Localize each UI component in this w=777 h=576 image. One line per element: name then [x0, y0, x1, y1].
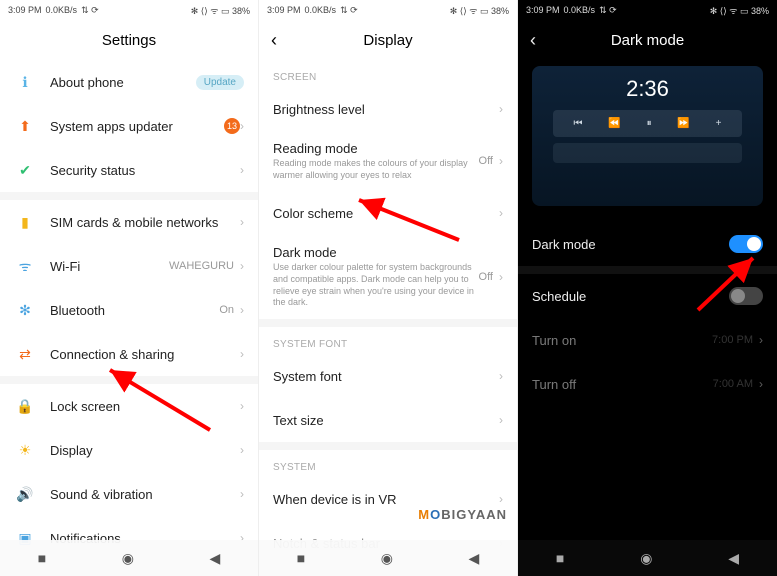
row-about-phone[interactable]: ℹ About phone Update	[0, 60, 258, 104]
dark-mode-preview: 2:36 ⏮ ⏪ ⏸ ⏩ +	[532, 66, 763, 206]
recents-button[interactable]: ■	[38, 550, 46, 566]
row-security-status[interactable]: ✔ Security status ›	[0, 148, 258, 192]
pause-icon: ⏸	[647, 118, 652, 129]
row-dark-mode[interactable]: Dark mode Use darker colour palette for …	[259, 235, 517, 319]
titlebar: ‹ Dark mode	[518, 20, 777, 60]
row-sound-vibration[interactable]: 🔊 Sound & vibration ›	[0, 472, 258, 516]
android-navbar: ■ ◉ ◀	[259, 540, 517, 576]
section-screen: SCREEN	[259, 60, 517, 87]
section-font: SYSTEM FONT	[259, 327, 517, 354]
upload-icon: ⬆	[14, 115, 36, 137]
home-button[interactable]: ◉	[122, 550, 134, 567]
sun-icon: ☀	[14, 439, 36, 461]
share-icon: ⇄	[14, 343, 36, 365]
chevron-right-icon: ›	[240, 303, 244, 317]
chevron-right-icon: ›	[240, 443, 244, 457]
row-turn-off[interactable]: Turn off 7:00 AM ›	[518, 362, 777, 406]
chevron-right-icon: ›	[499, 413, 503, 427]
chevron-right-icon: ›	[499, 270, 503, 284]
chevron-right-icon: ›	[240, 259, 244, 273]
chevron-right-icon: ›	[240, 163, 244, 177]
page-title: Dark mode	[611, 32, 684, 49]
back-button[interactable]: ◀	[728, 550, 739, 567]
chevron-right-icon: ›	[759, 333, 763, 347]
android-navbar: ■ ◉ ◀	[0, 540, 258, 576]
row-system-apps-updater[interactable]: ⬆ System apps updater 13 ›	[0, 104, 258, 148]
forward-icon: ⏩	[677, 118, 689, 129]
row-display[interactable]: ☀ Display ›	[0, 428, 258, 472]
chevron-right-icon: ›	[759, 377, 763, 391]
preview-clock: 2:36	[626, 76, 669, 102]
row-reading-mode[interactable]: Reading mode Reading mode makes the colo…	[259, 131, 517, 191]
dark-mode-switch[interactable]	[729, 235, 763, 253]
preview-notification	[553, 143, 743, 163]
chevron-right-icon: ›	[499, 102, 503, 116]
chevron-right-icon: ›	[240, 399, 244, 413]
info-icon: ℹ	[14, 71, 36, 93]
chevron-right-icon: ›	[240, 215, 244, 229]
divider	[518, 266, 777, 274]
section-system: SYSTEM	[259, 450, 517, 477]
row-turn-on[interactable]: Turn on 7:00 PM ›	[518, 318, 777, 362]
settings-panel: 3:09 PM0.0KB/s⇅ ⟳ ✻ ⟨⟩ ᯤ ▭ 38% Settings …	[0, 0, 259, 576]
chevron-right-icon: ›	[499, 154, 503, 168]
row-dark-mode-toggle[interactable]: Dark mode	[518, 222, 777, 266]
chevron-right-icon: ›	[240, 119, 244, 133]
chevron-right-icon: ›	[499, 206, 503, 220]
preview-media-controls: ⏮ ⏪ ⏸ ⏩ +	[553, 110, 743, 137]
divider	[259, 319, 517, 327]
rewind-icon: ⏪	[608, 118, 620, 129]
titlebar: Settings	[0, 20, 258, 60]
back-button[interactable]: ◀	[209, 550, 220, 567]
row-color-scheme[interactable]: Color scheme ›	[259, 191, 517, 235]
row-lock-screen[interactable]: 🔒 Lock screen ›	[0, 384, 258, 428]
recents-button[interactable]: ■	[297, 550, 305, 566]
sim-icon: ▮	[14, 211, 36, 233]
wifi-ssid: WAHEGURU	[169, 260, 234, 272]
home-button[interactable]: ◉	[381, 550, 393, 567]
back-icon[interactable]: ‹	[271, 30, 277, 51]
display-panel: 3:09 PM0.0KB/s⇅ ⟳ ✻ ⟨⟩ ᯤ ▭ 38% ‹ Display…	[259, 0, 518, 576]
home-button[interactable]: ◉	[640, 550, 652, 567]
chevron-right-icon: ›	[499, 492, 503, 506]
statusbar: 3:09 PM0.0KB/s⇅ ⟳ ✻ ⟨⟩ ᯤ ▭ 38%	[0, 0, 258, 20]
back-button[interactable]: ◀	[468, 550, 479, 567]
page-title: Settings	[102, 32, 156, 49]
row-label: About phone	[50, 75, 196, 90]
plus-icon: +	[716, 118, 722, 129]
prev-icon: ⏮	[573, 118, 582, 129]
shield-icon: ✔	[14, 159, 36, 181]
page-title: Display	[363, 32, 412, 49]
statusbar: 3:09 PM0.0KB/s⇅ ⟳ ✻ ⟨⟩ ᯤ ▭ 38%	[259, 0, 517, 20]
row-system-font[interactable]: System font ›	[259, 354, 517, 398]
row-sim-cards[interactable]: ▮ SIM cards & mobile networks ›	[0, 200, 258, 244]
count-badge: 13	[224, 118, 240, 134]
chevron-right-icon: ›	[240, 487, 244, 501]
chevron-right-icon: ›	[240, 347, 244, 361]
android-navbar: ■ ◉ ◀	[518, 540, 777, 576]
schedule-switch[interactable]	[729, 287, 763, 305]
recents-button[interactable]: ■	[556, 550, 564, 566]
back-icon[interactable]: ‹	[530, 30, 536, 51]
speaker-icon: 🔊	[14, 483, 36, 505]
row-wifi[interactable]: ᯤ Wi-Fi WAHEGURU ›	[0, 244, 258, 288]
row-brightness[interactable]: Brightness level ›	[259, 87, 517, 131]
update-pill[interactable]: Update	[196, 75, 244, 90]
row-bluetooth[interactable]: ✻ Bluetooth On ›	[0, 288, 258, 332]
dark-mode-panel: 3:09 PM0.0KB/s⇅ ⟳ ✻ ⟨⟩ ᯤ ▭ 38% ‹ Dark mo…	[518, 0, 777, 576]
row-text-size[interactable]: Text size ›	[259, 398, 517, 442]
watermark: MOBIGYAAN	[418, 507, 507, 522]
row-connection-sharing[interactable]: ⇄ Connection & sharing ›	[0, 332, 258, 376]
wifi-icon: ᯤ	[14, 255, 36, 277]
row-schedule[interactable]: Schedule	[518, 274, 777, 318]
divider	[259, 442, 517, 450]
titlebar: ‹ Display	[259, 20, 517, 60]
divider	[0, 192, 258, 200]
divider	[0, 376, 258, 384]
lock-icon: 🔒	[14, 395, 36, 417]
bluetooth-icon: ✻	[14, 299, 36, 321]
chevron-right-icon: ›	[499, 369, 503, 383]
statusbar: 3:09 PM0.0KB/s⇅ ⟳ ✻ ⟨⟩ ᯤ ▭ 38%	[518, 0, 777, 20]
